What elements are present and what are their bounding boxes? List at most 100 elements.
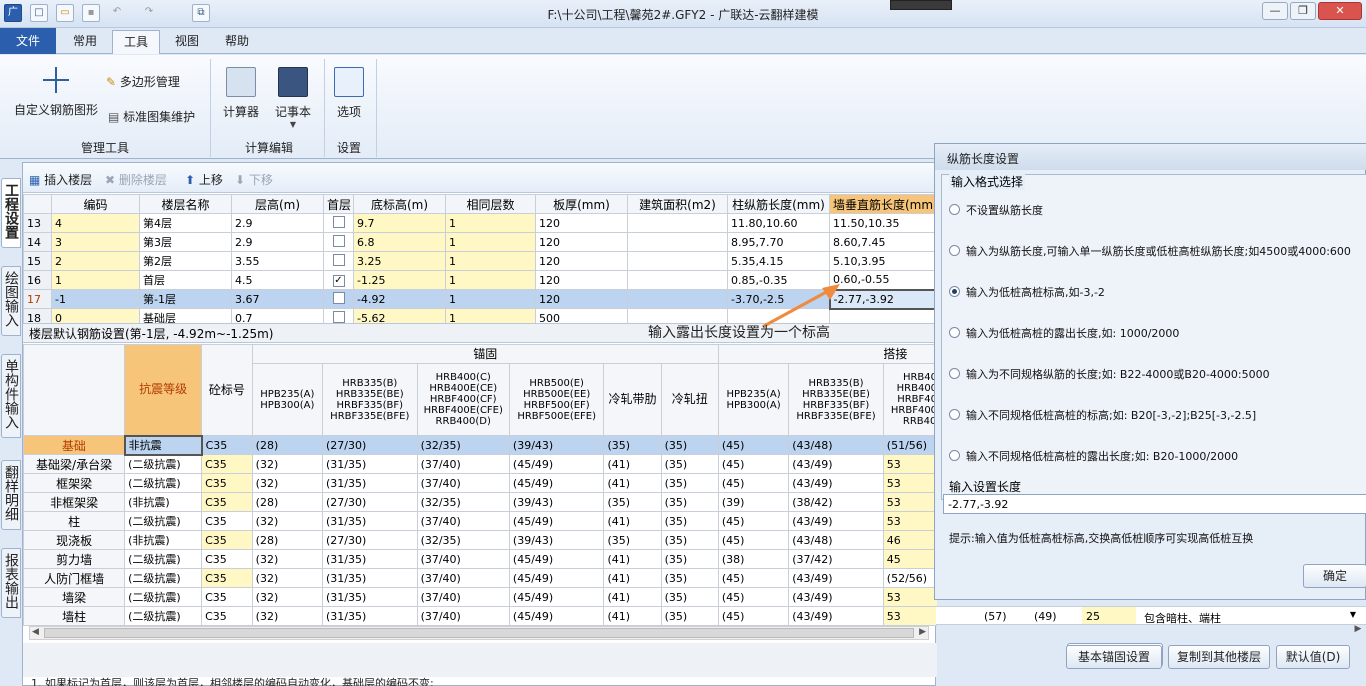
concrete-cell[interactable]: C35 [201,454,253,474]
anchor-lap-cell[interactable]: (37/42) [788,549,884,569]
seismic-cell[interactable]: (二级抗震) [124,606,203,626]
first-floor-checkbox[interactable]: ✓ [332,275,345,287]
anchor-lap-cell[interactable]: (38/42) [788,492,884,512]
floor-cell-col[interactable]: 5.35,4.15 [727,251,830,271]
first-floor-checkbox[interactable] [332,234,345,247]
floor-cell-wall[interactable]: 11.50,10.35 [829,213,938,233]
anchor-lap-cell[interactable]: (41) [603,606,662,626]
anchor-lap-cell[interactable]: (32) [251,549,324,569]
floor-cell-name[interactable]: 第-1层 [139,289,232,309]
rebar-row[interactable]: 剪力墙 (二级抗震) C35 (32) (31/35) (37/40) (45/49) (41… [23,549,937,569]
anchor-lap-cell[interactable]: (51/56) [882,435,937,455]
seismic-cell[interactable]: (二级抗震) [124,473,203,493]
concrete-cell[interactable]: C35 [201,606,253,626]
rebar-row[interactable]: 柱 (二级抗震) C35 (32) (31/35) (37/40) (45/49) (41)(… [23,511,937,531]
rebar-row[interactable]: 墙柱 (二级抗震) C35 (32) (31/35) (37/40) (45/49) (41)… [23,606,937,626]
anchor-lap-cell[interactable]: (37/40) [416,549,510,569]
side-tab-report[interactable]: 报表输出 [1,548,21,618]
anchor-lap-cell[interactable]: (31/35) [322,454,418,474]
tab-view[interactable]: 视图 [164,30,210,54]
concrete-cell[interactable]: C35 [201,511,253,531]
horizontal-scrollbar[interactable]: ◀ ▶ [29,626,929,640]
floor-cell-first[interactable] [323,289,354,309]
anchor-lap-cell[interactable]: (37/40) [416,587,510,607]
copy-to-floors-button[interactable]: 复制到其他楼层 [1168,645,1270,669]
floor-cell-slab[interactable]: 120 [535,289,628,309]
floor-cell-bottom[interactable]: -1.25 [353,270,446,290]
tab-common[interactable]: 常用 [62,30,108,54]
anchor-lap-cell[interactable]: (45) [717,473,790,493]
floor-cell-name[interactable]: 第3层 [139,232,232,252]
first-floor-checkbox[interactable] [332,253,345,266]
anchor-lap-cell[interactable]: 53 [882,587,937,607]
floor-cell-same[interactable]: 1 [445,251,536,271]
floor-cell-name[interactable]: 首层 [139,270,232,290]
floor-cell-col[interactable]: 11.80,10.60 [727,213,830,233]
seismic-cell[interactable]: (二级抗震) [124,454,203,474]
floor-cell-code[interactable]: 2 [51,251,140,271]
scrollbar-thumb[interactable] [44,628,914,638]
anchor-lap-cell[interactable]: (37/40) [416,454,510,474]
anchor-lap-cell[interactable]: 45 [882,549,937,569]
radio-option[interactable]: 输入不同规格低桩高桩的露出长度;如: B20-1000/2000 [949,448,1238,464]
seismic-cell[interactable]: (二级抗震) [124,568,203,588]
floor-cell-height[interactable]: 3.67 [231,289,324,309]
floor-cell-bottom[interactable]: -4.92 [353,289,446,309]
anchor-lap-cell[interactable]: (45/49) [508,606,605,626]
floor-cell-area[interactable] [627,213,728,233]
anchor-lap-cell[interactable]: (37/40) [416,606,510,626]
anchor-lap-cell[interactable]: 53 [882,492,937,512]
radio-option[interactable]: 输入为低桩高桩标高,如-3,-2 [949,284,1105,300]
anchor-lap-cell[interactable]: (31/35) [322,568,418,588]
anchor-lap-cell[interactable]: 53 [882,606,937,626]
concrete-cell[interactable]: C35 [201,568,253,588]
anchor-lap-cell[interactable]: (41) [603,587,662,607]
first-floor-checkbox[interactable] [332,215,345,228]
radio-option[interactable]: 输入不同规格低桩高桩的标高;如: B20[-3,-2];B25[-3,-2.5] [949,407,1256,423]
radio-option[interactable]: 不设置纵筋长度 [949,202,1043,218]
anchor-lap-cell[interactable]: (31/35) [322,549,418,569]
radio-button-icon[interactable] [949,286,960,297]
side-tab-detail[interactable]: 翻样明细 [1,460,21,530]
floor-cell-name[interactable]: 第4层 [139,213,232,233]
move-down-button[interactable]: ⬇ 下移 [235,171,273,188]
floor-cell-height[interactable]: 4.5 [231,270,324,290]
concrete-cell[interactable]: C35 [201,435,253,455]
anchor-lap-cell[interactable]: 46 [882,530,937,550]
rebar-row[interactable]: 框架梁 (二级抗震) C35 (32) (31/35) (37/40) (45/49) (41… [23,473,937,493]
insert-floor-button[interactable]: ▦ 插入楼层 [29,171,92,188]
polygon-mgmt-button[interactable]: ✎ 多边形管理 [106,73,180,90]
minimize-button[interactable]: — [1262,2,1288,20]
anchor-lap-cell[interactable]: (52/56) [882,568,937,588]
floor-cell-wall[interactable]: 5.10,3.95 [829,251,938,271]
floor-cell-height[interactable]: 2.9 [231,213,324,233]
anchor-lap-cell[interactable]: (45/49) [508,454,605,474]
anchor-lap-cell[interactable]: (31/35) [322,473,418,493]
rebar-row[interactable]: 基础梁/承台梁 (二级抗震) C35 (32) (31/35) (37/40) (45/49… [23,454,937,474]
concrete-cell[interactable]: C35 [201,530,253,550]
scroll-right-icon[interactable]: ▶ [919,627,926,637]
length-input[interactable] [943,494,1366,514]
floor-row[interactable]: 14 3 第3层 2.9 6.8 1 120 8.95,7.70 8.60,7.45 [23,232,938,252]
anchor-lap-cell[interactable]: (27/30) [322,435,418,455]
tab-file[interactable]: 文件 [0,28,56,54]
floor-cell-code[interactable]: 3 [51,232,140,252]
anchor-lap-cell[interactable]: (37/40) [416,511,510,531]
floor-cell-code[interactable]: 1 [51,270,140,290]
anchor-lap-cell[interactable]: (43/49) [788,511,884,531]
anchor-lap-cell[interactable]: (35) [660,606,719,626]
anchor-lap-cell[interactable]: (39/43) [508,435,605,455]
custom-rebar-button[interactable]: 自定义钢筋图形 [10,65,102,118]
anchor-lap-cell[interactable]: (31/35) [322,606,418,626]
anchor-lap-cell[interactable]: (45) [717,530,790,550]
anchor-lap-cell[interactable]: (32) [251,473,324,493]
anchor-lap-cell[interactable]: (45/49) [508,549,605,569]
floor-cell-same[interactable]: 1 [445,270,536,290]
floor-cell-bottom[interactable]: 9.7 [353,213,446,233]
concrete-cell[interactable]: C35 [201,549,253,569]
anchor-lap-cell[interactable]: (35) [603,492,662,512]
radio-button-icon[interactable] [949,245,960,256]
floor-row[interactable]: 13 4 第4层 2.9 9.7 1 120 11.80,10.60 11.50,10.35 [23,213,938,233]
radio-button-icon[interactable] [949,450,960,461]
anchor-lap-cell[interactable]: (45) [717,454,790,474]
